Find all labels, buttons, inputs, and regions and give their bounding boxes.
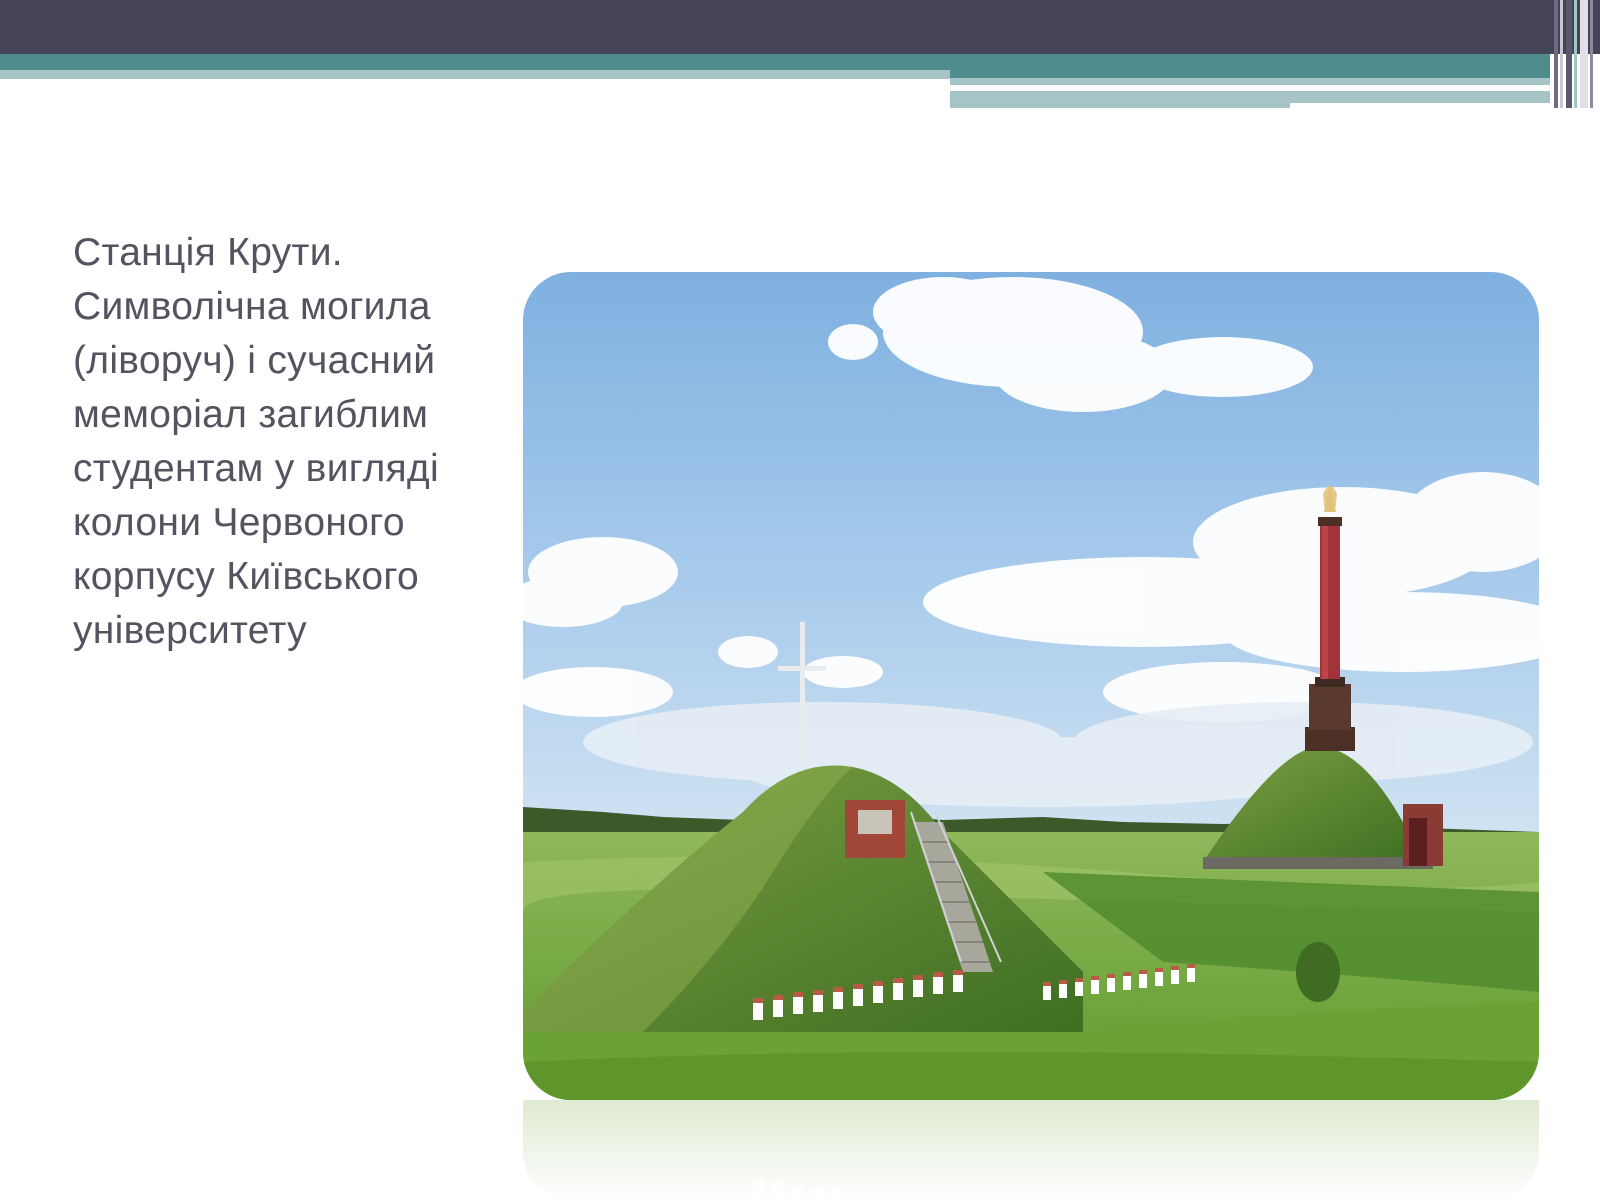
header-teal-bar — [0, 54, 950, 70]
header-right-bars — [1550, 0, 1600, 108]
photo-reflection — [523, 1100, 1539, 1200]
memorial-photo — [523, 272, 1539, 1100]
header-dark-bar — [0, 0, 1600, 54]
header-strip-gap — [1290, 103, 1550, 108]
header-light-bar-right — [950, 78, 1550, 85]
header-teal-bar-right — [950, 54, 1550, 78]
slide-caption: Станція Крути. Символічна могила (лівору… — [73, 231, 439, 652]
header-light-bar — [0, 70, 950, 79]
